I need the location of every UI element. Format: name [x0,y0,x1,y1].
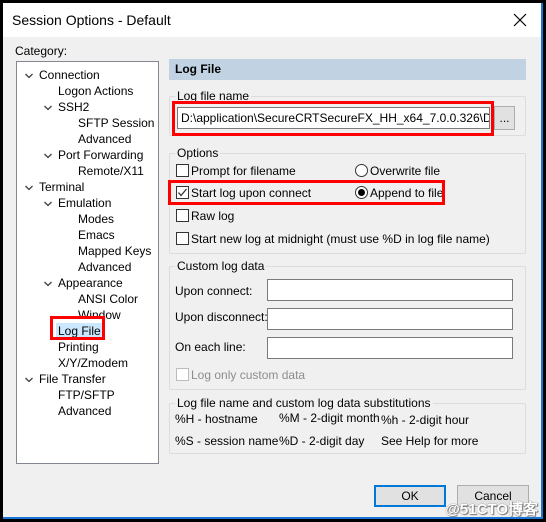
tree-item[interactable]: Mapped Keys [76,243,153,259]
tree-item-label: SSH2 [58,100,90,114]
log-only-custom-data-label: Log only custom data [191,368,306,382]
chevron-down-icon[interactable] [43,279,53,289]
tree-item[interactable]: Advanced [76,259,133,275]
prompt-for-filename-label: Prompt for filename [191,164,296,178]
checkbox-box [176,232,189,245]
radio-circle [355,186,368,199]
tree-item-label: Log File [58,324,101,338]
on-each-line-input[interactable] [267,337,513,359]
tree-item-label: Modes [78,212,115,226]
radio-dot [358,189,365,196]
ok-button[interactable]: OK [374,485,446,507]
tree-item-label: Printing [58,340,99,354]
tree-item-label: Appearance [58,276,123,290]
close-button[interactable] [505,7,535,33]
chevron-down-icon[interactable] [43,103,53,113]
category-tree[interactable]: Connection Logon Actions SSH2 SFTP Session A… [16,61,159,464]
tree-item-label: ANSI Color [78,292,139,306]
upon-connect-label: Upon connect: [175,284,253,298]
radio-circle [355,164,368,177]
tree-item-label: File Transfer [39,372,106,386]
checkbox-box [176,368,189,381]
window-title: Session Options - Default [12,12,171,28]
tree-item[interactable]: Emacs [76,227,117,243]
tree-item[interactable]: Log File [56,323,103,339]
checkbox-box [176,209,189,222]
checkbox-box [176,186,189,199]
tree-item[interactable]: Connection [37,67,102,83]
tree-item-label: SFTP Session [78,116,155,130]
tree-item-label: FTP/SFTP [58,388,115,402]
tree-item-label: Advanced [78,260,132,274]
tree-item[interactable]: SSH2 [56,99,91,115]
tree-item[interactable]: X/Y/Zmodem [56,355,130,371]
tree-item-label: Emacs [78,228,115,242]
tree-item-label: Port Forwarding [58,148,144,162]
tree-item[interactable]: ANSI Color [76,291,140,307]
upon-disconnect-input[interactable] [267,308,513,330]
tree-item[interactable]: Modes [76,211,116,227]
tree-item-label: Connection [39,68,100,82]
tree-item-label: Emulation [58,196,112,210]
tree-item[interactable]: Appearance [56,275,125,291]
substitution-item: See Help for more [381,434,479,448]
tree-item-label: Advanced [58,404,112,418]
tree-item-label: Remote/X11 [78,164,144,178]
tree-item-label: X/Y/Zmodem [58,356,129,370]
tree-item[interactable]: Window [76,307,123,323]
tree-item[interactable]: FTP/SFTP [56,387,117,403]
tree-item[interactable]: Port Forwarding [56,147,145,163]
tree-item-label: Advanced [78,132,132,146]
substitutions-group-label: Log file name and custom log data substi… [175,396,433,410]
tree-item-label: Mapped Keys [78,244,152,258]
tree-item[interactable]: Logon Actions [56,83,135,99]
substitution-item: %h - 2-digit hour [381,413,470,427]
custom-log-data-group-label: Custom log data [175,259,267,273]
start-log-upon-connect-label: Start log upon connect [191,186,312,200]
chevron-down-icon[interactable] [24,71,34,81]
close-icon [513,13,527,27]
tree-item-label: Window [78,308,121,322]
tree-item[interactable]: Advanced [56,403,113,419]
chevron-down-icon[interactable] [24,375,34,385]
chevron-down-icon[interactable] [24,183,34,193]
tree-item[interactable]: Terminal [37,179,86,195]
upon-connect-input[interactable] [267,279,513,301]
browse-button[interactable]: ... [494,106,515,130]
chevron-down-icon[interactable] [43,199,53,209]
upon-disconnect-label: Upon disconnect: [175,310,268,324]
session-options-dialog: Session Options - Default Category: Conn… [3,3,543,519]
tree-item[interactable]: Remote/X11 [76,163,146,179]
checkmark-icon [178,188,187,197]
substitution-item: %M - 2-digit month [279,411,380,425]
substitution-item: %D - 2-digit day [279,434,365,448]
chevron-down-icon[interactable] [43,151,53,161]
tree-item-label: Terminal [39,180,85,194]
checkbox-box [176,164,189,177]
log-file-name-group-label: Log file name [175,89,252,103]
options-group-label: Options [175,146,221,160]
tree-item[interactable]: File Transfer [37,371,108,387]
cancel-button[interactable]: Cancel [457,485,529,507]
on-each-line-label: On each line: [175,340,246,354]
append-to-file-label: Append to file [370,186,444,200]
raw-log-label: Raw log [191,209,235,223]
tree-item[interactable]: SFTP Session [76,115,156,131]
title-bar: Session Options - Default [3,3,541,37]
substitution-item: %H - hostname [175,412,258,426]
tree-item[interactable]: Printing [56,339,101,355]
tree-item-label: Logon Actions [58,84,134,98]
start-new-log-midnight-label: Start new log at midnight (must use %D i… [191,232,490,246]
overwrite-file-label: Overwrite file [370,164,441,178]
category-label: Category: [15,44,68,58]
substitution-item: %S - session name [175,434,279,448]
tree-item[interactable]: Advanced [76,131,133,147]
panel-header: Log File [169,59,526,80]
tree-item[interactable]: Emulation [56,195,113,211]
log-file-name-input[interactable]: D:\application\SecureCRTSecureFX_HH_x64_… [177,107,490,129]
